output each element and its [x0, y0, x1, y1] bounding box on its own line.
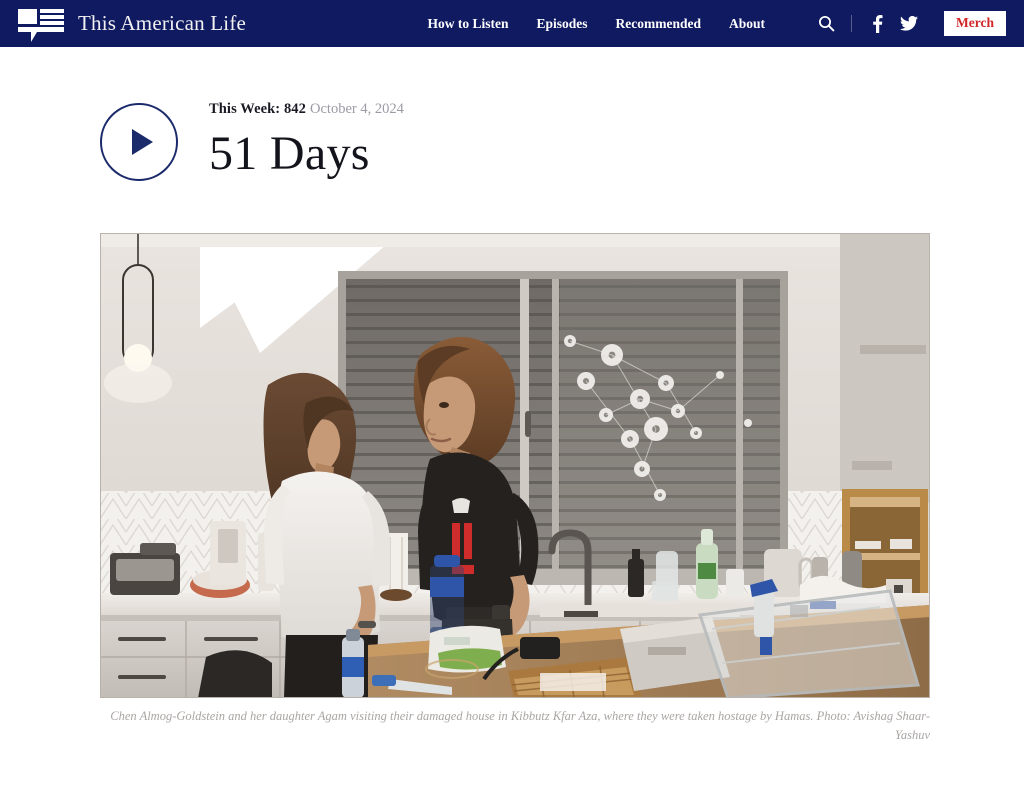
hero-section: Chen Almog-Goldstein and her daughter Ag…	[100, 232, 930, 746]
hero-caption: Chen Almog-Goldstein and her daughter Ag…	[100, 707, 930, 746]
hero-photo[interactable]	[100, 232, 930, 698]
nav-item-episodes[interactable]: Episodes	[536, 16, 587, 32]
episode-date: October 4, 2024	[310, 101, 404, 117]
play-episode-button[interactable]	[100, 103, 178, 181]
episode-week-number: This Week: 842	[209, 101, 307, 117]
nav-tools: Merch	[817, 11, 1006, 36]
brand-home-link[interactable]: This American Life	[18, 7, 247, 42]
nav-item-recommended[interactable]: Recommended	[616, 16, 701, 32]
merch-button[interactable]: Merch	[944, 11, 1006, 36]
site-header: This American Life How to Listen Episode…	[0, 0, 1024, 47]
hero-caption-line-2: Shaar-Yashuv	[895, 708, 930, 742]
speech-bubble-logo-icon	[18, 7, 64, 42]
nav-divider	[851, 15, 853, 32]
episode-header: This Week: 842 October 4, 2024 51 Days	[0, 47, 1024, 182]
episode-meta: This Week: 842 October 4, 2024	[209, 101, 404, 118]
main-navigation: How to Listen Episodes Recommended About	[427, 11, 1006, 36]
hero-caption-line-1: Chen Almog-Goldstein and her daughter Ag…	[110, 708, 894, 723]
site-title: This American Life	[78, 11, 247, 35]
episode-title: 51 Days	[209, 127, 370, 181]
facebook-icon[interactable]	[868, 14, 886, 33]
nav-item-about[interactable]: About	[729, 16, 765, 32]
nav-item-how-to-listen[interactable]: How to Listen	[427, 16, 508, 32]
play-icon	[132, 129, 153, 155]
episode-meta-block: This Week: 842 October 4, 2024 51 Days	[209, 99, 404, 182]
twitter-icon[interactable]	[900, 15, 919, 33]
search-icon[interactable]	[817, 15, 835, 33]
